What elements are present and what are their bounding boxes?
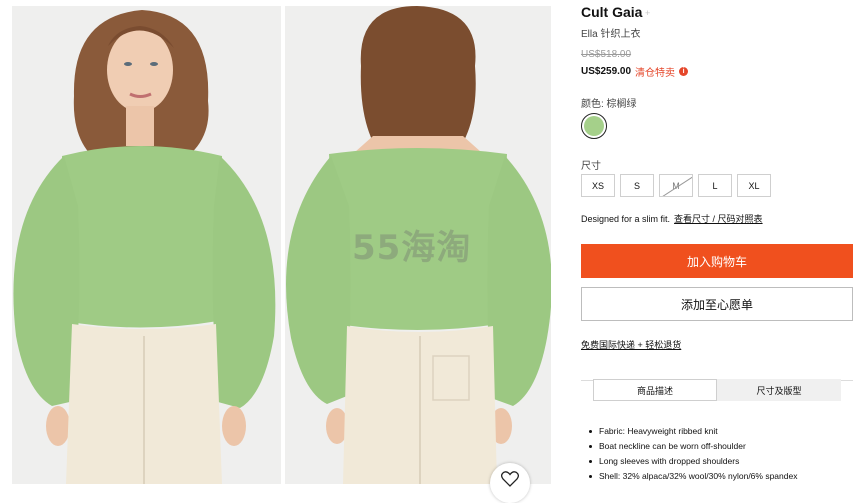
detail-text: Long sleeves with dropped shoulders [599,456,740,466]
size-option-xs[interactable]: XS [581,174,615,197]
follow-brand-icon[interactable]: + [645,8,650,18]
product-tabs: 商品描述 尺寸及版型 [593,379,841,401]
size-option-s[interactable]: S [620,174,654,197]
brand-name[interactable]: Cult Gaia [581,4,642,20]
size-chart-link[interactable]: 查看尺寸 / 尺码对照表 [674,214,763,224]
color-swatch-palm-green [584,116,604,136]
info-icon[interactable]: i [679,67,689,76]
size-option-m-unavailable[interactable]: M [659,174,693,197]
detail-item: Fabric: Heavyweight ribbed knit [589,424,797,439]
wishlist-heart-button[interactable] [490,463,530,503]
product-image-front[interactable] [12,6,281,484]
add-to-wishlist-button[interactable]: 添加至心愿单 [581,287,853,321]
free-shipping-link[interactable]: 免费国际快递 + 轻松退货 [581,338,681,351]
tab-size-fit[interactable]: 尺寸及版型 [717,379,841,401]
size-option-xl[interactable]: XL [737,174,771,197]
size-selector: XS S M L XL [581,174,771,197]
original-price: US$518.00 [581,49,632,60]
fit-text: Designed for a slim fit. [581,214,671,224]
detail-item: Shell: 32% alpaca/32% wool/30% nylon/6% … [589,469,797,484]
heart-outline-icon [501,471,519,487]
detail-text: Shell: 32% alpaca/32% wool/30% nylon/6% … [599,471,798,481]
size-option-l[interactable]: L [698,174,732,197]
detail-item: Long sleeves with dropped shoulders [589,454,797,469]
sale-label: 清仓特卖 [635,68,676,79]
detail-item: Boat neckline can be worn off-shoulder [589,439,797,454]
bullet-dot [589,475,592,478]
price-row: US$259.00 清仓特卖 i [581,64,689,79]
product-name: Ella 针织上衣 [581,29,641,40]
color-swatch-selected[interactable] [581,113,607,139]
sale-price: US$259.00 [581,66,632,77]
fit-info: Designed for a slim fit. 查看尺寸 / 尺码对照表 [581,212,763,225]
add-to-cart-button[interactable]: 加入购物车 [581,244,853,278]
detail-text: Fabric: Heavyweight ribbed knit [599,426,718,436]
bullet-dot [589,430,592,433]
bullet-dot [589,460,592,463]
color-label: 颜色: 棕榈绿 [581,99,637,110]
watermark-logo: 55海淘 [352,228,472,268]
size-label: 尺寸 [581,161,601,172]
bullet-dot [589,445,592,448]
product-details-list: Fabric: Heavyweight ribbed knit Boat nec… [589,424,797,484]
tab-description[interactable]: 商品描述 [593,379,717,401]
detail-text: Boat neckline can be worn off-shoulder [599,441,746,451]
